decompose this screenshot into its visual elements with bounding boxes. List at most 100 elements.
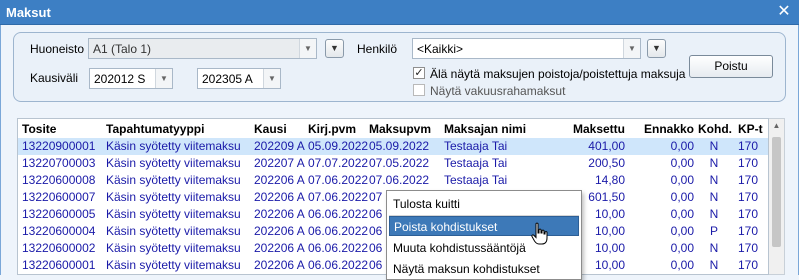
- table-cell: 13220600005: [22, 207, 96, 221]
- table-cell: 202206 A: [254, 258, 305, 272]
- column-header[interactable]: Maksupvm: [369, 122, 431, 136]
- column-header[interactable]: Kirj.pvm: [308, 122, 356, 136]
- column-header[interactable]: Kausi: [254, 122, 287, 136]
- table-cell: Testaaja Tai: [444, 173, 508, 187]
- table-cell: N: [709, 190, 719, 204]
- column-header[interactable]: Ennakko: [628, 122, 694, 136]
- menu-item-remove-allocations[interactable]: Poista kohdistukset: [389, 216, 579, 236]
- table-cell: 06.06.2022: [308, 207, 368, 221]
- table-cell: Käsin syötetty viitemaksu: [106, 224, 241, 238]
- column-header[interactable]: KP-t: [738, 122, 763, 136]
- table-cell: 13220600004: [22, 224, 96, 238]
- table-cell: 07.07.2022: [308, 156, 368, 170]
- table-cell: Käsin syötetty viitemaksu: [106, 241, 241, 255]
- huoneisto-select[interactable]: A1 (Talo 1) ▼: [88, 38, 317, 59]
- kausi-from-value: 202012 S: [94, 72, 146, 86]
- henkilo-value: <Kaikki>: [417, 42, 464, 56]
- menu-item-change-allocation-rules[interactable]: Muuta kohdistussääntöjä: [389, 238, 579, 258]
- table-cell: 170: [738, 207, 759, 221]
- table-cell: 202206 A: [254, 207, 305, 221]
- table-cell: 07.06.2022: [308, 190, 368, 204]
- table-cell: 170: [738, 173, 759, 187]
- table-cell: 13220600002: [22, 241, 96, 255]
- henkilo-expand-button[interactable]: ▼: [647, 39, 666, 58]
- table-cell: 200,50: [588, 156, 625, 170]
- table-cell: 06.06.2022: [308, 224, 368, 238]
- table-cell: N: [709, 173, 719, 187]
- table-cell: 06.06.2022: [308, 241, 368, 255]
- table-cell: 202206 A: [254, 241, 305, 255]
- table-cell: 170: [738, 241, 759, 255]
- table-cell: 170: [738, 139, 759, 153]
- table-row[interactable]: 13220900001 Käsin syötetty viitemaksu 2022…: [18, 138, 768, 155]
- table-cell: 13220700003: [22, 156, 96, 170]
- chevron-down-icon: ▼: [330, 43, 339, 53]
- table-cell: N: [709, 156, 719, 170]
- column-header[interactable]: Tapahtumatyyppi: [106, 122, 204, 136]
- table-cell: Käsin syötetty viitemaksu: [106, 139, 241, 153]
- table-cell: Testaaja Tai: [444, 139, 508, 153]
- column-header[interactable]: Kohd.: [698, 122, 732, 136]
- table-cell: 202206 A: [254, 173, 305, 187]
- poistu-button[interactable]: Poistu: [689, 55, 773, 78]
- table-cell: 401,00: [588, 139, 625, 153]
- huoneisto-value: A1 (Talo 1): [93, 42, 152, 56]
- column-header[interactable]: Maksettu: [554, 122, 625, 136]
- table-cell: 0,00: [670, 190, 694, 204]
- show-deposit-label: Näytä vakuusrahamaksut: [430, 84, 566, 98]
- show-deposit-checkbox[interactable]: [413, 84, 425, 96]
- hide-removed-checkbox[interactable]: ✓: [413, 67, 425, 79]
- table-cell: 170: [738, 156, 759, 170]
- menu-item-print-receipt[interactable]: Tulosta kuitti: [389, 194, 579, 214]
- table-header: Tosite Tapahtumatyyppi Kausi Kirj.pvm Ma…: [18, 121, 768, 137]
- henkilo-select[interactable]: <Kaikki> ▼: [412, 38, 641, 59]
- table-cell: P: [709, 224, 718, 238]
- close-icon[interactable]: ✕: [775, 2, 793, 22]
- henkilo-label: Henkilö: [357, 42, 398, 56]
- table-cell: 13220600008: [22, 173, 96, 187]
- chevron-down-icon: ▼: [652, 43, 661, 53]
- column-header[interactable]: Maksajan nimi: [444, 122, 526, 136]
- table-cell: 14,80: [594, 173, 625, 187]
- table-cell: 07.05.2022: [369, 156, 430, 170]
- table-cell: 0,00: [670, 241, 694, 255]
- scrollbar-thumb[interactable]: [772, 137, 781, 247]
- filter-panel: Huoneisto A1 (Talo 1) ▼ ▼ Henkilö <Kaikk…: [13, 32, 786, 102]
- table-cell: 0,00: [670, 207, 694, 221]
- table-cell: Testaaja Tai: [444, 156, 508, 170]
- chevron-down-icon: ▼: [623, 39, 640, 58]
- table-cell: N: [709, 139, 719, 153]
- table-cell: 170: [738, 258, 759, 272]
- table-cell: Käsin syötetty viitemaksu: [106, 173, 241, 187]
- vertical-scrollbar[interactable]: ▲: [769, 118, 785, 275]
- table-cell: 202206 A: [254, 190, 305, 204]
- table-cell: 05.09.2022: [308, 139, 368, 153]
- scroll-up-icon[interactable]: ▲: [769, 121, 784, 130]
- kausivali-label: Kausiväli: [30, 71, 79, 85]
- table-cell: N: [709, 207, 719, 221]
- table-cell: 170: [738, 224, 759, 238]
- title-bar: Maksut ✕: [0, 0, 799, 25]
- table-cell: 0,00: [670, 156, 694, 170]
- table-cell: Käsin syötetty viitemaksu: [106, 156, 241, 170]
- table-row[interactable]: 13220700003 Käsin syötetty viitemaksu 2022…: [18, 155, 768, 172]
- hide-removed-label: Älä näytä maksujen poistoja/poistettuja …: [430, 67, 686, 81]
- table-cell: 13220600007: [22, 190, 96, 204]
- huoneisto-expand-button[interactable]: ▼: [325, 39, 344, 58]
- table-cell: 05.09.2022: [369, 139, 430, 153]
- column-header[interactable]: Tosite: [22, 122, 56, 136]
- table-cell: 07.06.2022: [308, 173, 368, 187]
- table-cell: 0,00: [670, 258, 694, 272]
- table-cell: 202206 A: [254, 224, 305, 238]
- hand-cursor-icon: [531, 222, 548, 245]
- table-cell: 13220600001: [22, 258, 96, 272]
- table-cell: N: [709, 258, 719, 272]
- table-cell: 0,00: [670, 173, 694, 187]
- kausi-to-select[interactable]: 202305 A ▼: [197, 68, 281, 89]
- table-cell: 0,00: [670, 224, 694, 238]
- table-cell: 06.06.2022: [308, 258, 368, 272]
- kausi-from-select[interactable]: 202012 S ▼: [89, 68, 173, 89]
- chevron-down-icon: ▼: [155, 69, 172, 88]
- menu-item-show-allocations[interactable]: Näytä maksun kohdistukset: [389, 259, 579, 279]
- table-row[interactable]: 13220600008 Käsin syötetty viitemaksu 2022…: [18, 172, 768, 189]
